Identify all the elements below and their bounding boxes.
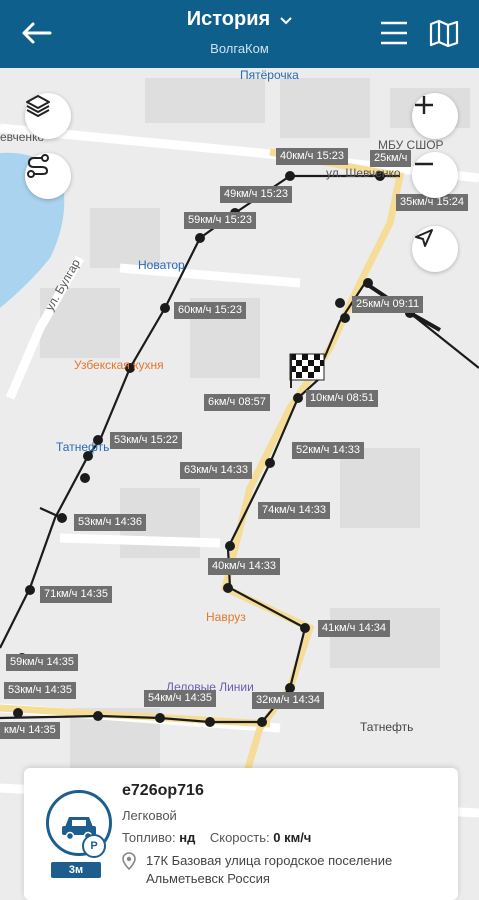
address-text: 17К Базовая улица городское поселение Ал… xyxy=(146,853,393,886)
speed-label: 25км/ч xyxy=(370,150,412,167)
zoom-in-button[interactable] xyxy=(412,93,458,139)
speed-label: км/ч 14:35 xyxy=(0,722,60,739)
menu-button[interactable] xyxy=(378,18,410,48)
speed-label: 10км/ч 08:51 xyxy=(306,390,378,407)
speed-label: 74км/ч 14:33 xyxy=(258,502,330,519)
poi-tatneft-1: Татнефть xyxy=(56,440,110,454)
map-icon xyxy=(429,19,459,48)
vehicle-stats: Топливо: нд Скорость: 0 км/ч xyxy=(122,830,311,845)
poi-tatneft-2: Татнефть xyxy=(360,720,414,734)
speed-label: 59км/ч 15:23 xyxy=(184,212,256,229)
layers-button[interactable] xyxy=(25,93,71,139)
fuel-value: нд xyxy=(179,830,196,845)
speed-label: 59км/ч 14:35 xyxy=(6,654,78,671)
speed-label: 40км/ч 15:23 xyxy=(276,148,348,165)
chevron-down-icon xyxy=(280,14,292,28)
speed-label: 53км/ч 14:35 xyxy=(4,682,76,699)
minus-icon xyxy=(415,162,433,166)
speed-label: 25км/ч 09:11 xyxy=(352,296,424,313)
speed-label: 60км/ч 15:23 xyxy=(174,302,246,319)
page-title: История xyxy=(186,8,271,30)
fuel-label: Топливо: xyxy=(122,830,176,845)
speed-label: 71км/ч 14:35 xyxy=(40,586,112,603)
speed-label: Скорость: xyxy=(209,830,270,845)
route-icon xyxy=(27,154,49,178)
locate-button[interactable] xyxy=(412,226,458,272)
map-view-button[interactable] xyxy=(428,18,460,48)
status-age-badge: 3м xyxy=(51,862,101,878)
zoom-out-button[interactable] xyxy=(412,152,458,198)
route-button[interactable] xyxy=(25,153,71,199)
hamburger-icon xyxy=(381,21,407,45)
speed-label: 40км/ч 14:33 xyxy=(208,558,280,575)
layers-icon xyxy=(26,95,50,117)
poi-navruz: Навруз xyxy=(206,610,246,624)
navigation-arrow-icon xyxy=(415,229,433,247)
speed-label: 32км/ч 14:34 xyxy=(252,692,324,709)
speed-value: 0 км/ч xyxy=(273,830,312,845)
vehicle-card[interactable]: P 3м е726ор716 Легковой Топливо: нд Скор… xyxy=(24,768,458,900)
app-header: История ВолгаКом xyxy=(0,0,479,68)
speed-label: 53км/ч 14:36 xyxy=(74,514,146,531)
vehicle-address: 17К Базовая улица городское поселение Ал… xyxy=(122,852,458,888)
vehicle-plate: е726ор716 xyxy=(122,782,204,799)
parking-badge: P xyxy=(82,834,106,858)
speed-label: 53км/ч 15:22 xyxy=(110,432,182,449)
street-label-shevchenko: ул. Шевченко xyxy=(326,166,401,180)
poi-novator: Новатор xyxy=(138,258,185,272)
speed-label: 52км/ч 14:33 xyxy=(292,442,364,459)
speed-label: 6км/ч 08:57 xyxy=(204,394,270,411)
poi-pyaterochka: Пятёрочка xyxy=(240,68,299,82)
vehicle-type: Легковой xyxy=(122,808,177,823)
speed-label: 49км/ч 15:23 xyxy=(220,186,292,203)
location-pin-icon xyxy=(122,852,136,870)
plus-icon xyxy=(415,96,433,114)
speed-label: 41км/ч 14:34 xyxy=(318,620,390,637)
speed-label: 54км/ч 14:35 xyxy=(144,690,216,707)
poi-uzbek-kitchen: Узбекская кухня xyxy=(74,358,164,372)
speed-label: 63км/ч 14:33 xyxy=(180,462,252,479)
